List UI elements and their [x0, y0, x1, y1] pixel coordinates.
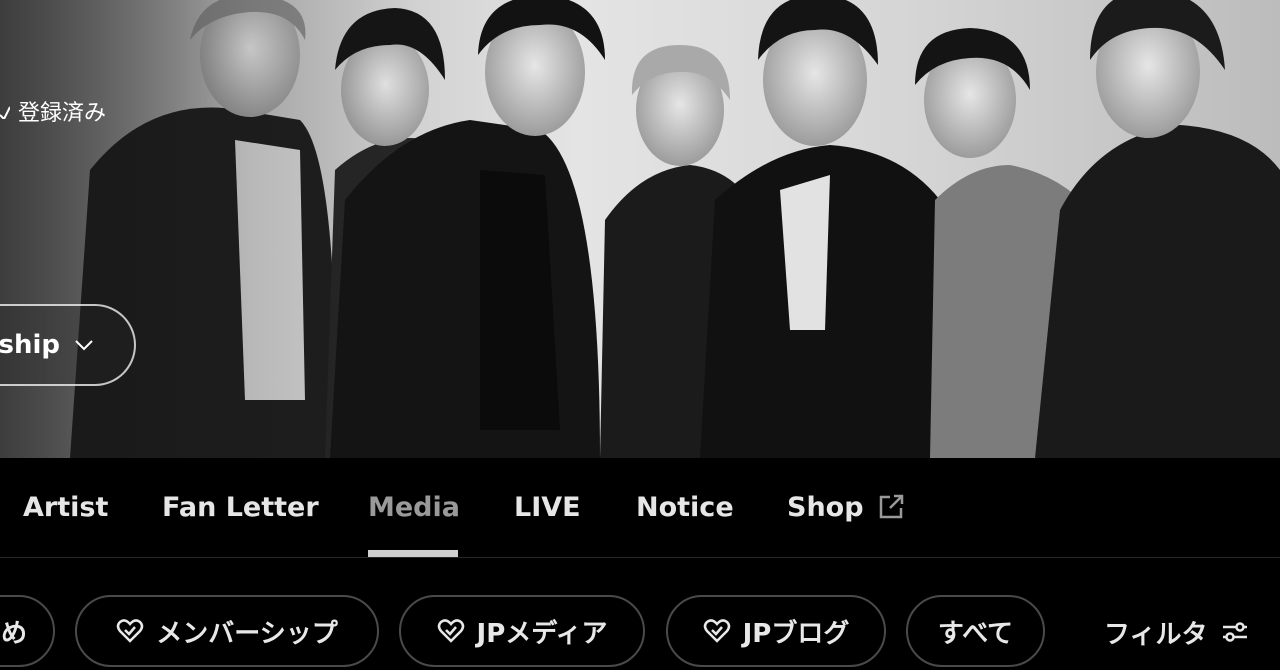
tab-label: Media — [368, 491, 460, 523]
chevron-down-icon — [75, 340, 93, 351]
registered-status: 登録済み — [0, 96, 106, 126]
tab-media[interactable]: Media — [368, 490, 460, 524]
chip-all[interactable]: すべて — [906, 595, 1045, 667]
chip-label: め — [0, 618, 27, 649]
chip-label: メンバーシップ — [156, 618, 338, 649]
filter-label: フィルタ — [1104, 619, 1208, 650]
tab-shop[interactable]: Shop — [787, 490, 906, 524]
media-filter-chips: め メンバーシップ JPメディア JPブログ すべて フィルタ — [0, 558, 1280, 670]
chip-label: JPメディア — [476, 618, 608, 649]
chip-jp-blog[interactable]: JPブログ — [666, 595, 886, 667]
hero-overlay — [0, 0, 420, 458]
tab-label: Fan Letter — [162, 491, 319, 523]
chip-membership[interactable]: メンバーシップ — [75, 595, 379, 667]
tab-label: LIVE — [514, 491, 581, 523]
sliders-icon — [1223, 622, 1248, 642]
external-link-icon — [879, 494, 903, 519]
membership-dropdown-button[interactable]: ship — [0, 304, 136, 386]
chip-label: JPブログ — [742, 618, 850, 649]
tab-label: Artist — [23, 491, 109, 523]
chip-label: すべて — [937, 618, 1014, 649]
tab-label: Notice — [636, 491, 734, 523]
active-tab-indicator — [368, 550, 458, 557]
chip-jp-media[interactable]: JPメディア — [399, 595, 645, 667]
membership-label: ship — [0, 330, 60, 360]
tab-artist[interactable]: Artist — [23, 490, 108, 524]
artist-tab-nav: Artist Fan Letter Media LIVE Notice Shop — [0, 458, 1280, 558]
heart-check-icon — [703, 619, 730, 643]
chip-recommended[interactable]: め — [0, 595, 55, 667]
tab-fan-letter[interactable]: Fan Letter — [162, 490, 319, 524]
heart-check-icon — [117, 619, 144, 643]
heart-check-icon — [437, 619, 464, 643]
tab-label: Shop — [787, 491, 864, 523]
check-icon — [0, 106, 10, 119]
registered-label: 登録済み — [18, 101, 107, 126]
artist-hero-banner: 登録済み ship — [0, 0, 1280, 458]
tab-notice[interactable]: Notice — [636, 490, 734, 524]
tab-live[interactable]: LIVE — [514, 490, 581, 524]
filter-button[interactable]: フィルタ — [1104, 612, 1249, 652]
